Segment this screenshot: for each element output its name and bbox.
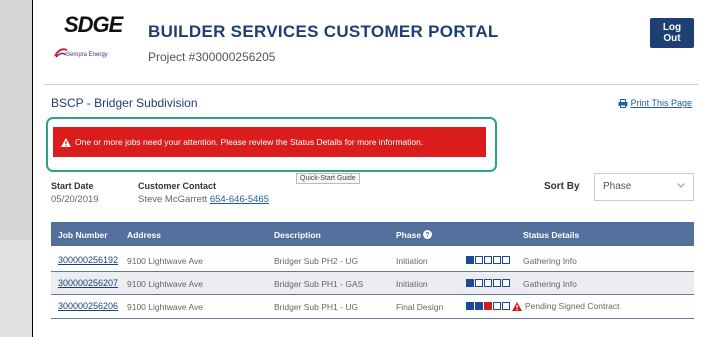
progress-step xyxy=(493,279,501,287)
attention-alert: One or more jobs need your attention. Pl… xyxy=(53,127,486,157)
project-number: Project #300000256205 xyxy=(148,50,276,64)
header-divider xyxy=(44,84,698,85)
warning-icon xyxy=(61,137,71,147)
help-icon[interactable]: ? xyxy=(423,230,433,239)
window-border xyxy=(32,0,33,337)
description-cell: Bridger Sub PH1 - UG xyxy=(274,302,359,312)
sort-by-select[interactable]: Phase xyxy=(594,173,694,201)
job-number-text: 300000256206 xyxy=(58,301,119,311)
printer-icon xyxy=(618,98,628,108)
start-date-label: Start Date xyxy=(51,181,94,191)
job-number-link[interactable]: 300000256192 xyxy=(58,255,118,265)
alert-message: One or more jobs need your attention. Pl… xyxy=(75,137,424,147)
progress-step xyxy=(475,279,483,287)
status-text: Pending Signed Contract xyxy=(525,301,620,311)
sort-by-label: Sort By xyxy=(544,181,580,192)
progress-step xyxy=(475,302,483,310)
print-page-link[interactable]: Print This Page xyxy=(618,98,692,108)
phase-progress xyxy=(466,256,510,264)
progress-step xyxy=(466,302,474,310)
progress-step xyxy=(484,256,492,264)
sort-by-value: Phase xyxy=(603,181,632,192)
warning-icon xyxy=(512,301,522,311)
progress-step xyxy=(466,279,474,287)
description-cell: Bridger Sub PH1 - GAS xyxy=(274,279,364,289)
address-cell: 9100 Lightwave Ave xyxy=(127,302,203,312)
phase-progress xyxy=(466,279,510,287)
col-phase[interactable]: Phase ? xyxy=(396,230,433,240)
col-job-number[interactable]: Job Number xyxy=(58,230,108,240)
logo-subtext: Sempra Energy xyxy=(66,52,108,58)
chevron-down-icon xyxy=(677,183,685,188)
progress-step xyxy=(493,302,501,310)
logout-button[interactable]: Log Out xyxy=(650,18,694,48)
print-page-label: Print This Page xyxy=(630,98,692,108)
phase-cell: Initiation xyxy=(396,256,428,266)
customer-contact-label: Customer Contact xyxy=(138,181,217,191)
phase-progress xyxy=(466,302,510,310)
col-description[interactable]: Description xyxy=(274,230,321,240)
contact-phone-link[interactable]: 654-646-5465 xyxy=(210,194,269,205)
progress-step xyxy=(502,279,510,287)
description-cell: Bridger Sub PH2 - UG xyxy=(274,256,359,266)
job-number-text: 300000256192 xyxy=(58,255,119,265)
progress-step xyxy=(502,256,510,264)
background-panel-lower xyxy=(0,240,32,337)
progress-step xyxy=(502,302,510,310)
quick-start-tooltip: Quick-Start Guide xyxy=(296,173,360,184)
phase-cell: Final Design xyxy=(396,302,444,312)
progress-step xyxy=(484,302,492,310)
col-phase-label: Phase xyxy=(396,230,422,240)
start-date-value: 05/20/2019 xyxy=(51,194,99,205)
contact-name: Steve McGarrett xyxy=(138,194,208,205)
job-number-link[interactable]: 300000256207 xyxy=(58,278,118,288)
job-number-link[interactable]: 300000256206 xyxy=(58,301,118,311)
col-status-details[interactable]: Status Details xyxy=(523,230,579,240)
status-cell: Gathering Info xyxy=(523,279,577,289)
logo-wordmark: SDGE xyxy=(64,12,123,37)
svg-text:?: ? xyxy=(426,232,430,239)
progress-step xyxy=(484,279,492,287)
subdivision-title: BSCP - Bridger Subdivision xyxy=(51,96,198,110)
progress-step xyxy=(493,256,501,264)
progress-step xyxy=(466,256,474,264)
col-address[interactable]: Address xyxy=(127,230,161,240)
address-cell: 9100 Lightwave Ave xyxy=(127,256,203,266)
status-cell: Pending Signed Contract xyxy=(512,301,620,311)
page-title: BUILDER SERVICES CUSTOMER PORTAL xyxy=(148,22,499,41)
portal-window: SDGE Sempra Energy BUILDER SERVICES CUST… xyxy=(32,0,702,337)
row-divider xyxy=(51,318,694,319)
sdge-logo: SDGE Sempra Energy xyxy=(50,12,130,70)
status-cell: Gathering Info xyxy=(523,256,577,266)
progress-step xyxy=(475,256,483,264)
phase-cell: Initiation xyxy=(396,279,428,289)
address-cell: 9100 Lightwave Ave xyxy=(127,279,203,289)
job-number-text: 300000256207 xyxy=(58,278,119,288)
customer-contact-value: Steve McGarrett 654-646-5465 xyxy=(138,194,269,205)
